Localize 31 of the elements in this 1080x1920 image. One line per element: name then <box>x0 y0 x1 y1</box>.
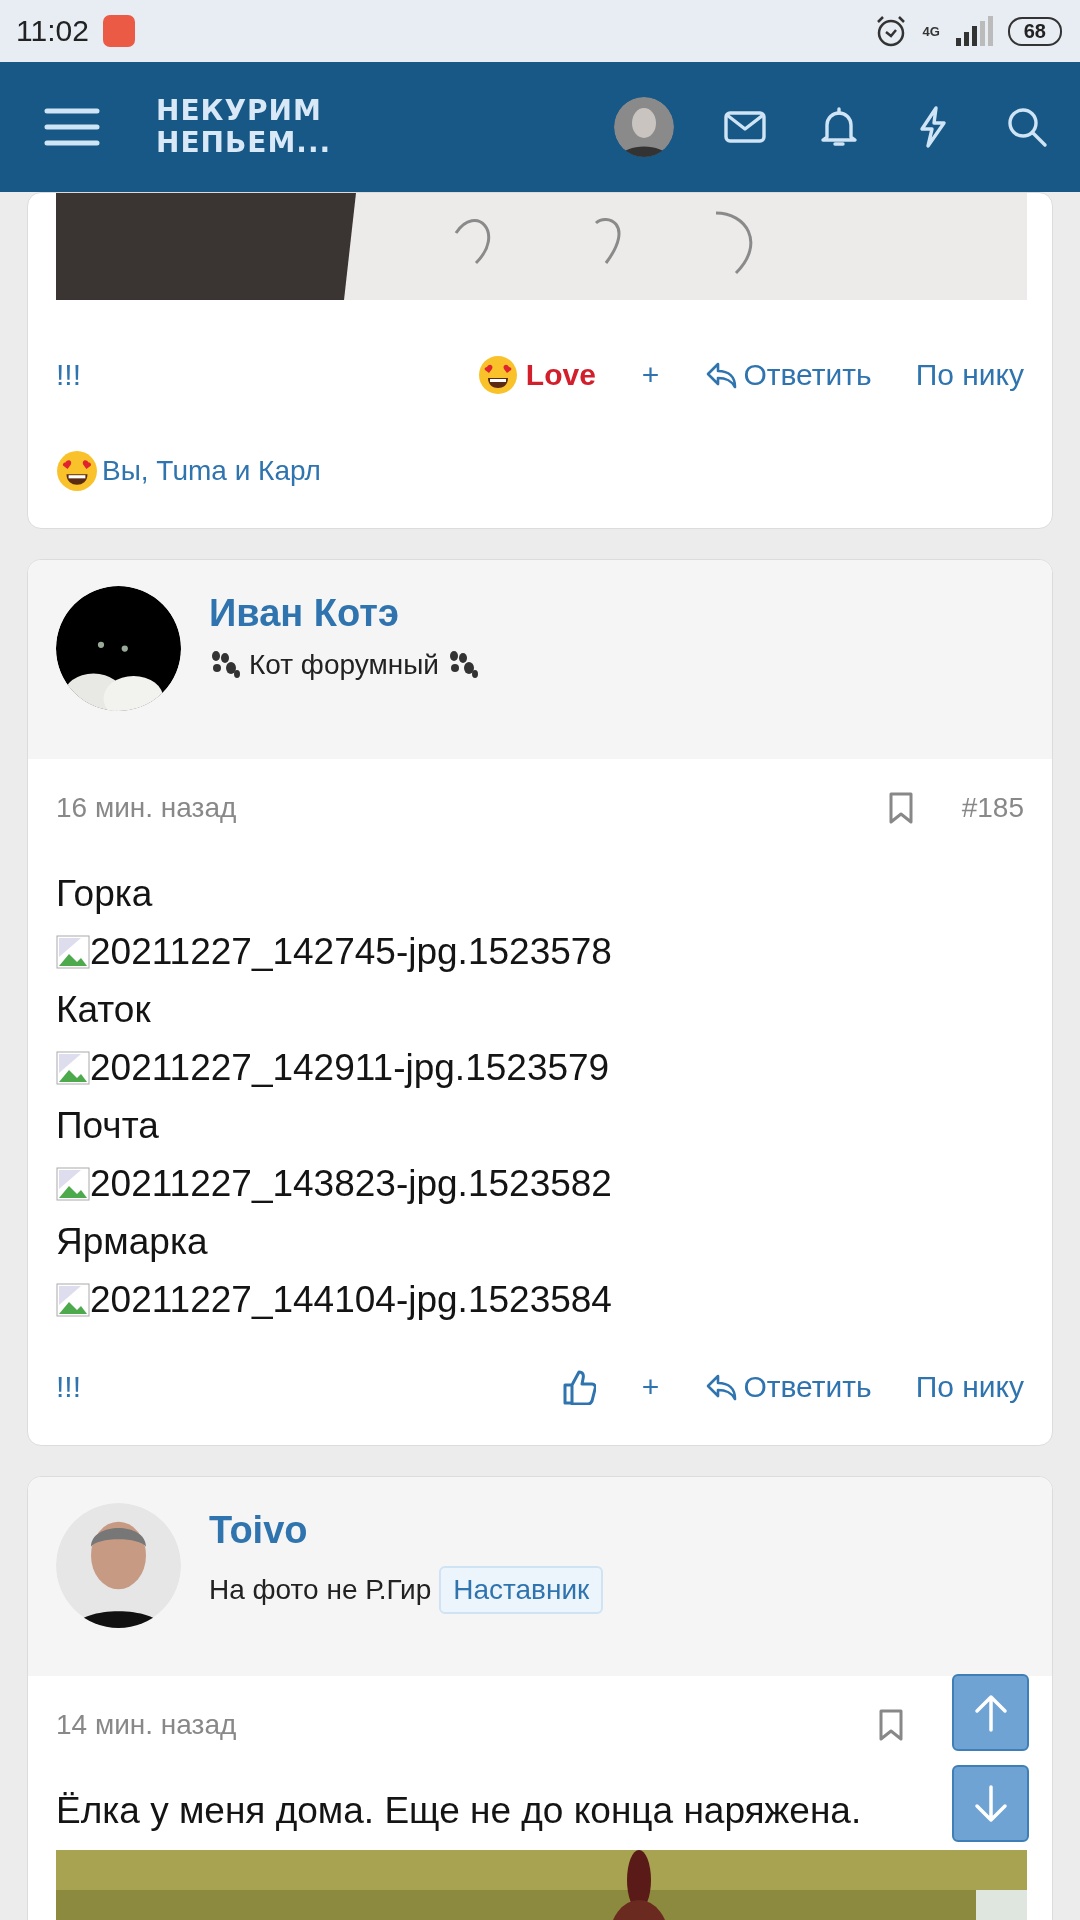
post-text: Каток <box>56 988 151 1032</box>
battery-level: 68 <box>1007 16 1062 46</box>
image-filename: 20211227_142911-jpg.1523579 <box>90 1046 610 1090</box>
author-name[interactable]: Иван Котэ <box>209 592 479 635</box>
reply-button[interactable]: Ответить <box>705 1370 872 1404</box>
user-title: На фото не Р.Гир <box>209 1574 432 1606</box>
clock: 11:02 <box>16 14 89 48</box>
quote-button[interactable]: По нику <box>915 1370 1024 1404</box>
report-link[interactable]: !!! <box>56 1370 81 1404</box>
post-text: Ёлка у меня дома. Еще не до конца наряжена. <box>56 1789 862 1833</box>
add-reaction-button[interactable]: + <box>641 358 660 392</box>
post-text: Ярмарка <box>56 1220 208 1264</box>
user-badge: Наставник <box>439 1566 604 1614</box>
reactions-list-link[interactable]: Вы, Tuma и Карл <box>102 455 321 487</box>
image-filename: 20211227_142745-jpg.1523578 <box>90 930 612 974</box>
post-number[interactable]: #185 <box>961 792 1024 824</box>
report-link[interactable]: !!! <box>56 358 81 392</box>
add-reaction-button[interactable]: + <box>641 1370 660 1404</box>
site-logo[interactable]: НЕКУРИМ НЕПЬЕМ... <box>156 95 332 159</box>
user-title: Кот форумный <box>249 649 439 681</box>
post-text: Горка <box>56 872 153 916</box>
quote-button[interactable]: По нику <box>915 358 1024 392</box>
reaction-button[interactable]: Love <box>477 355 596 395</box>
post-time: 14 мин. назад <box>56 1709 237 1741</box>
network-type: 4G <box>922 23 940 39</box>
post-text: Почта <box>56 1104 159 1148</box>
image-filename: 20211227_144104-jpg.1523584 <box>90 1278 612 1322</box>
image-filename: 20211227_143823-jpg.1523582 <box>90 1162 612 1206</box>
reply-button[interactable]: Ответить <box>705 358 872 392</box>
author-name[interactable]: Toivo <box>209 1509 604 1552</box>
post-time: 16 мин. назад <box>56 792 237 824</box>
